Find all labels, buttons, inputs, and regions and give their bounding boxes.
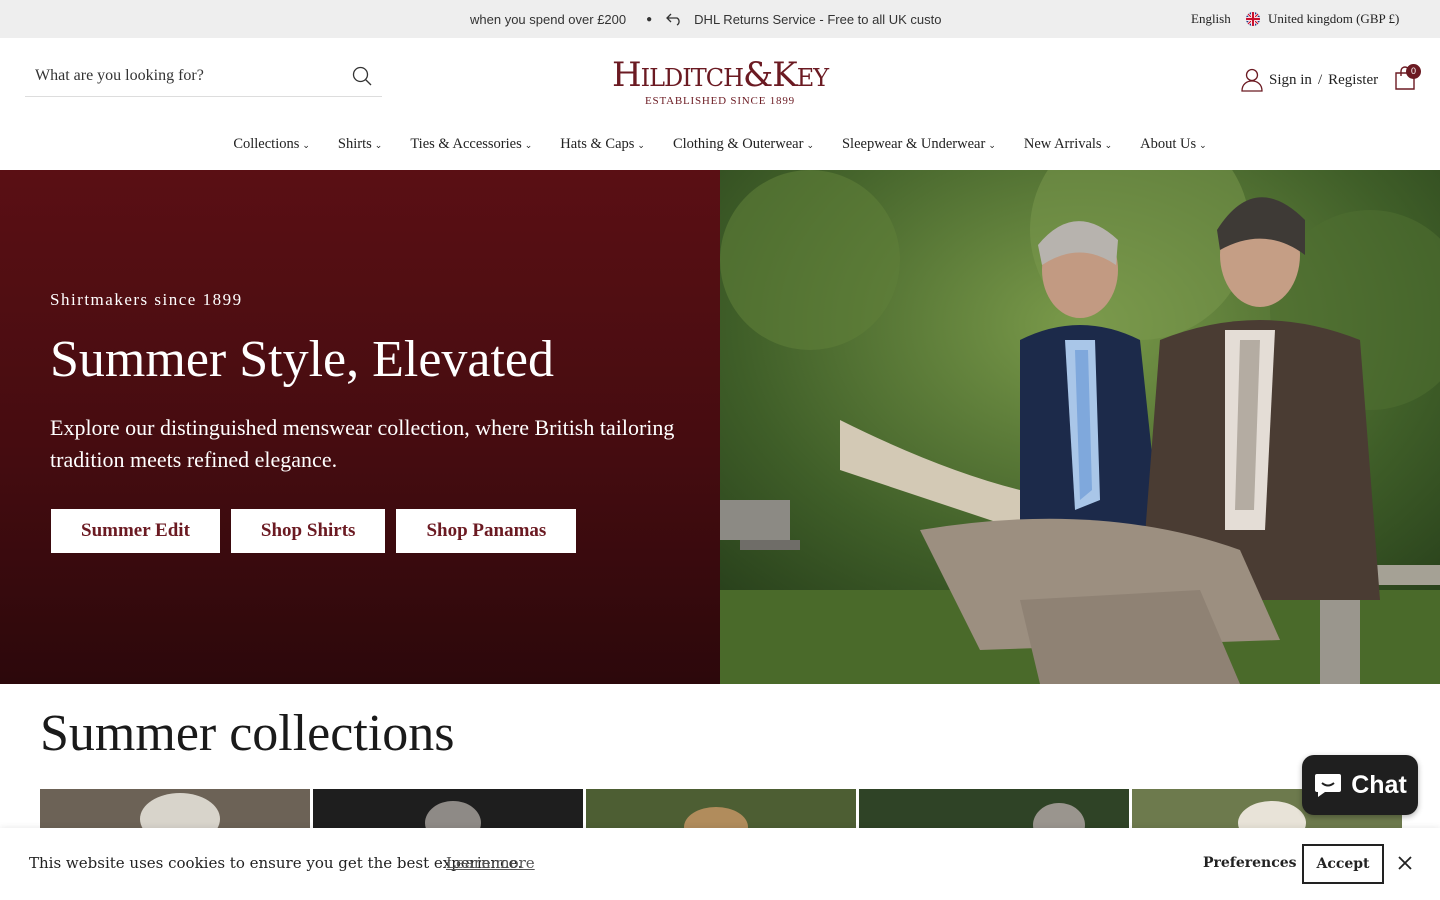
hero-kicker: Shirtmakers since 1899: [50, 290, 243, 309]
hero-buttons: Summer Edit Shop Shirts Shop Panamas: [51, 509, 577, 553]
nav-item-hats-caps[interactable]: Hats & Caps ⌄: [560, 136, 645, 153]
chevron-down-icon: ⌄: [637, 140, 645, 150]
chat-label: Chat: [1351, 770, 1407, 799]
hero-title: Summer Style, Elevated: [50, 331, 555, 388]
nav-label: Ties & Accessories: [410, 136, 522, 152]
collection-tile[interactable]: [40, 789, 310, 829]
register-link[interactable]: Register: [1328, 72, 1378, 89]
hero-men-garden-image: [720, 170, 1440, 684]
logo-tagline: ESTABLISHED SINCE 1899: [645, 95, 795, 107]
nav-item-shirts[interactable]: Shirts ⌄: [338, 136, 382, 153]
hero-photo: [720, 170, 1440, 684]
search-input[interactable]: [25, 67, 345, 85]
nav-item-sleepwear-underwear[interactable]: Sleepwear & Underwear ⌄: [842, 136, 996, 153]
chat-button[interactable]: Chat: [1302, 755, 1418, 815]
sign-in-link[interactable]: Sign in: [1269, 72, 1312, 89]
nav-label: New Arrivals: [1023, 136, 1102, 152]
nav-item-new-arrivals[interactable]: New Arrivals ⌄: [1024, 136, 1112, 153]
uk-flag-icon: [1246, 12, 1260, 26]
account-separator: /: [1317, 71, 1323, 88]
language-selector[interactable]: English: [1191, 11, 1231, 27]
chevron-down-icon: ⌄: [988, 140, 996, 150]
collection-tile[interactable]: [586, 789, 856, 829]
collection-image: [586, 789, 856, 829]
chevron-down-icon: ⌄: [302, 140, 310, 150]
summer-collections-title: Summer collections: [40, 705, 455, 762]
hero-text-panel: Shirtmakers since 1899 Summer Style, Ele…: [0, 170, 720, 684]
search-icon[interactable]: [352, 66, 372, 86]
chevron-down-icon: ⌄: [524, 140, 533, 150]
collection-image: [40, 789, 310, 829]
shop-shirts-button[interactable]: Shop Shirts: [230, 509, 386, 553]
announcement-message-returns: DHL Returns Service - Free to all UK cus…: [694, 11, 942, 27]
chat-bubble-icon: [1315, 774, 1342, 797]
cart-count-badge: 0: [1406, 64, 1421, 79]
nav-item-collections[interactable]: Collections ⌄: [233, 136, 310, 153]
nav-item-ties-accessories[interactable]: Ties & Accessories ⌄: [410, 136, 532, 153]
chevron-down-icon: ⌄: [1199, 140, 1207, 150]
nav-label: Clothing & Outerwear: [672, 136, 804, 152]
learn-more-link[interactable]: Learn more: [446, 854, 535, 872]
bullet-separator: ●: [646, 13, 653, 25]
collection-tiles: [40, 789, 1402, 829]
main-navigation: Collections ⌄ Shirts ⌄ Ties & Accessories ⌄…: [0, 136, 1440, 153]
shop-panamas-button[interactable]: Shop Panamas: [396, 509, 577, 553]
close-icon[interactable]: [1397, 855, 1413, 871]
user-icon[interactable]: [1241, 68, 1263, 92]
account-links: Sign in / Register: [1241, 68, 1378, 92]
logo-brand: Hilditch&Key: [611, 55, 829, 95]
nav-item-clothing-outerwear[interactable]: Clothing & Outerwear ⌄: [673, 136, 814, 153]
collection-image: [859, 789, 1129, 829]
preferences-button[interactable]: Preferences: [1203, 855, 1297, 871]
accept-button[interactable]: Accept: [1302, 844, 1384, 884]
chevron-down-icon: ⌄: [806, 140, 814, 150]
nav-label: Collections: [233, 136, 300, 152]
nav-label: Sleepwear & Underwear: [841, 136, 986, 152]
nav-label: About Us: [1140, 136, 1197, 152]
nav-label: Hats & Caps: [560, 136, 635, 152]
nav-label: Shirts: [337, 136, 372, 152]
cart-button[interactable]: 0: [1394, 64, 1421, 92]
region-label: United kingdom (GBP £): [1268, 11, 1400, 26]
chevron-down-icon: ⌄: [374, 140, 383, 150]
region-selector[interactable]: United kingdom (GBP £): [1246, 11, 1399, 27]
cookie-banner: This website uses cookies to ensure you …: [0, 828, 1440, 900]
announcement-message-spend: when you spend over £200: [470, 11, 627, 27]
search-bar: [25, 56, 382, 97]
summer-edit-button[interactable]: Summer Edit: [51, 509, 220, 553]
site-logo[interactable]: Hilditch&Key ESTABLISHED SINCE 1899: [608, 55, 832, 107]
collection-tile[interactable]: [313, 789, 583, 829]
announcement-bar: when you spend over £200 ● DHL Returns S…: [0, 0, 1440, 38]
collection-tile[interactable]: [859, 789, 1129, 829]
collection-image: [313, 789, 583, 829]
nav-item-about-us[interactable]: About Us ⌄: [1140, 136, 1207, 153]
return-arrow-icon: [666, 13, 680, 26]
chevron-down-icon: ⌄: [1104, 140, 1113, 150]
announcement-ticker: when you spend over £200 ● DHL Returns S…: [470, 0, 960, 38]
hero-banner: Shirtmakers since 1899 Summer Style, Ele…: [0, 170, 1440, 684]
hero-description: Explore our distinguished menswear colle…: [50, 415, 675, 472]
